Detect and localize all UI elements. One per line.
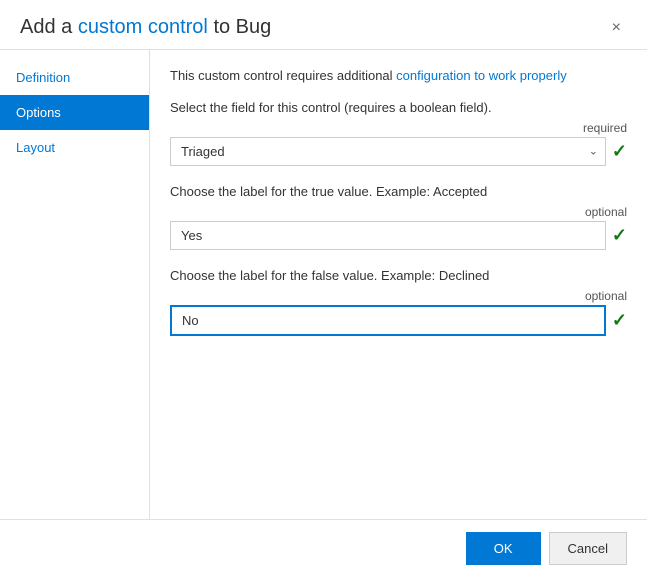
dialog-footer: OK Cancel bbox=[0, 519, 647, 577]
close-button[interactable]: × bbox=[606, 18, 627, 38]
info-text-config: configuration bbox=[396, 68, 470, 83]
true-optional-label: optional bbox=[170, 205, 627, 219]
sidebar-item-layout[interactable]: Layout bbox=[0, 130, 149, 165]
sidebar-item-options[interactable]: Options bbox=[0, 95, 149, 130]
sidebar: Definition Options Layout bbox=[0, 50, 150, 519]
sidebar-item-definition[interactable]: Definition bbox=[0, 60, 149, 95]
true-label-description: Choose the label for the true value. Exa… bbox=[170, 184, 627, 199]
dialog-title: Add a custom control to Bug bbox=[20, 16, 271, 39]
false-optional-label: optional bbox=[170, 289, 627, 303]
info-message: This custom control requires additional … bbox=[170, 66, 627, 86]
field-select-label: Select the field for this control (requi… bbox=[170, 100, 627, 115]
false-label-description: Choose the label for the false value. Ex… bbox=[170, 268, 627, 283]
false-label-check-icon: ✓ bbox=[612, 310, 627, 331]
title-prefix: Add a bbox=[20, 16, 78, 38]
info-text-2: to work properly bbox=[471, 68, 567, 83]
cancel-button[interactable]: Cancel bbox=[549, 532, 627, 565]
field-select-group: Select the field for this control (requi… bbox=[170, 100, 627, 166]
false-label-row: ✓ bbox=[170, 305, 627, 336]
false-label-group: Choose the label for the false value. Ex… bbox=[170, 268, 627, 336]
false-label-input[interactable] bbox=[170, 305, 606, 336]
true-label-input[interactable] bbox=[170, 221, 606, 250]
dialog-body: Definition Options Layout This custom co… bbox=[0, 50, 647, 519]
info-text-1: This custom control requires additional bbox=[170, 68, 396, 83]
true-label-row: ✓ bbox=[170, 221, 627, 250]
field-select-row: Triaged ⌄ ✓ bbox=[170, 137, 627, 166]
required-label: required bbox=[170, 121, 627, 135]
ok-button[interactable]: OK bbox=[466, 532, 541, 565]
field-select-wrapper: Triaged ⌄ bbox=[170, 137, 606, 166]
field-select[interactable]: Triaged bbox=[170, 137, 606, 166]
true-label-group: Choose the label for the true value. Exa… bbox=[170, 184, 627, 250]
title-accent: custom control bbox=[78, 16, 208, 38]
dialog: Add a custom control to Bug × Definition… bbox=[0, 0, 647, 577]
dialog-header: Add a custom control to Bug × bbox=[0, 0, 647, 50]
title-suffix: to Bug bbox=[208, 16, 271, 38]
true-label-check-icon: ✓ bbox=[612, 225, 627, 246]
content-area: This custom control requires additional … bbox=[150, 50, 647, 519]
field-select-check-icon: ✓ bbox=[612, 141, 627, 162]
